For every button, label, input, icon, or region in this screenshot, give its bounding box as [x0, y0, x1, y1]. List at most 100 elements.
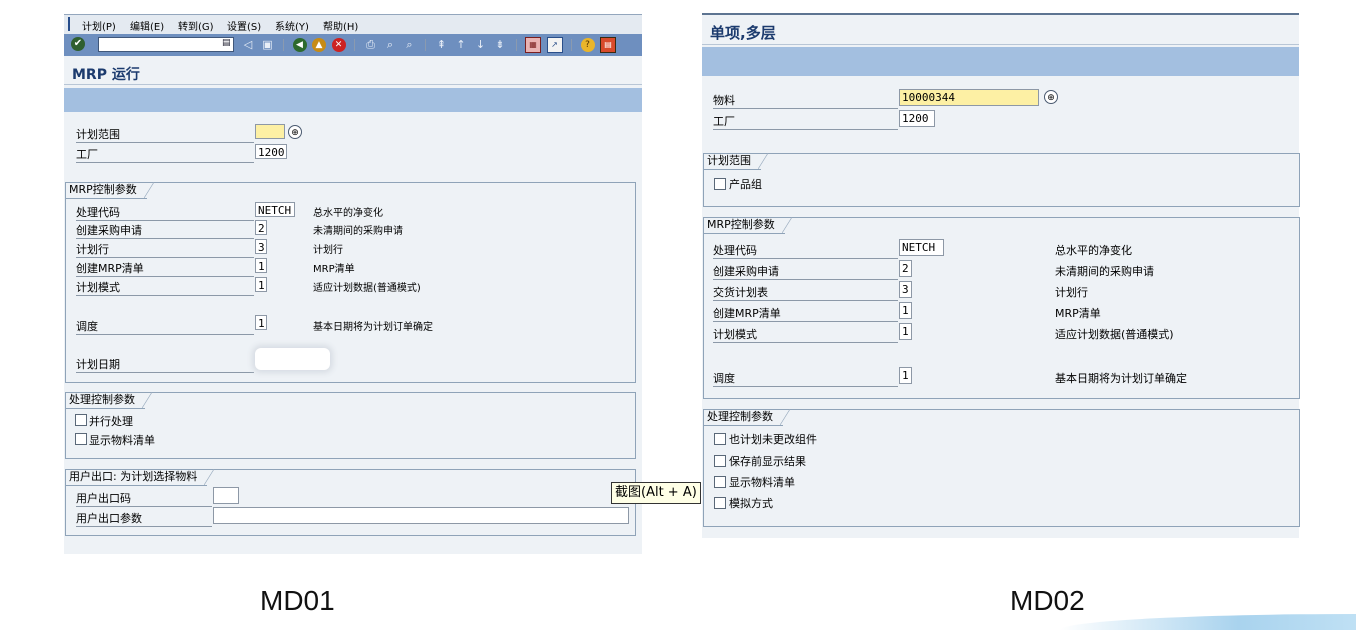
md01-caption: MD01 [260, 585, 335, 616]
md02-mrp-control-group-title: MRP控制参数 [703, 217, 792, 234]
md02-processing-control-group-title: 处理控制参数 [703, 409, 790, 426]
new-session-icon[interactable]: ▦ [525, 37, 541, 53]
md02-planning-mode-field[interactable]: 1 [899, 323, 912, 340]
simulation-mode-checkbox[interactable] [714, 497, 726, 509]
scheduling-field[interactable]: 1 [255, 315, 267, 330]
md02-plant-label: 工厂 [713, 113, 898, 130]
create-mrp-list-field[interactable]: 1 [255, 258, 267, 273]
page-title: MRP 运行 [72, 67, 140, 83]
user-exit-group-title: 用户出口: 为计划选择物料 [65, 469, 215, 486]
material-field[interactable]: 10000344 [899, 89, 1039, 106]
user-exit-param-label: 用户出口参数 [76, 510, 212, 527]
material-search-help-icon[interactable]: ⊕ [1044, 90, 1058, 104]
md02-scheduling-label: 调度 [713, 370, 898, 387]
back-arrow-icon[interactable]: ◁ [241, 38, 255, 52]
enter-icon[interactable]: ✔ [71, 37, 85, 51]
md02-create-mrp-list-label: 创建MRP清单 [713, 305, 898, 322]
processing-key-field[interactable]: NETCH [255, 202, 295, 217]
md02-scheduling-field[interactable]: 1 [899, 367, 912, 384]
find-next-icon[interactable]: ⌕ [403, 38, 417, 52]
schedule-lines-desc: 计划行 [313, 245, 343, 256]
md02-planning-mode-label: 计划模式 [713, 326, 898, 343]
menu-edit[interactable]: 编辑(E) [130, 18, 164, 33]
md02-planning-mode-desc: 适应计划数据(普通模式) [1055, 328, 1174, 341]
display-results-before-save-checkbox[interactable] [714, 455, 726, 467]
application-toolbar [64, 88, 642, 112]
exit-icon[interactable]: ▲ [312, 38, 326, 52]
last-page-icon[interactable]: ⇟ [493, 38, 507, 52]
md02-create-purreq-desc: 未清期间的采购申请 [1055, 265, 1154, 278]
plan-scope-label: 计划范围 [76, 126, 254, 143]
md02-create-mrp-list-field[interactable]: 1 [899, 302, 912, 319]
plant-field[interactable]: 1200 [255, 144, 287, 159]
display-results-before-save-label: 保存前显示结果 [729, 455, 806, 468]
cancel-icon[interactable]: ✕ [331, 38, 346, 52]
layout-menu-icon[interactable]: ▤ [600, 37, 616, 53]
menu-settings[interactable]: 设置(S) [227, 18, 261, 33]
next-page-icon[interactable]: ↓ [474, 38, 488, 52]
shortcut-icon[interactable]: ↗ [546, 37, 563, 53]
create-purreq-desc: 未清期间的采购申请 [313, 226, 403, 237]
delivery-schedule-field[interactable]: 3 [899, 281, 912, 298]
md02-application-toolbar [702, 47, 1299, 76]
menu-goto[interactable]: 转到(G) [178, 18, 214, 33]
user-exit-param-field[interactable] [213, 507, 629, 524]
create-purreq-field[interactable]: 2 [255, 220, 267, 235]
parallel-processing-label: 并行处理 [89, 415, 133, 428]
back-icon[interactable]: ◀ [292, 38, 307, 52]
help-icon[interactable]: ? [580, 38, 595, 52]
plan-scope-field[interactable] [255, 124, 285, 139]
planning-mode-field[interactable]: 1 [255, 277, 267, 292]
material-label: 物料 [713, 92, 898, 109]
md02-display-material-list-checkbox[interactable] [714, 476, 726, 488]
md02-create-mrp-list-desc: MRP清单 [1055, 307, 1101, 320]
planning-mode-desc: 适应计划数据(普通模式) [313, 283, 421, 294]
standard-toolbar: ✔ ▤ ◁ ▣ ◀ ▲ ✕ ⎙ ⌕ ⌕ ⇞ ↑ ↓ ⇟ ▦ ↗ ? ▤ [64, 34, 642, 56]
md02-processing-key-field[interactable]: NETCH [899, 239, 944, 256]
schedule-lines-field[interactable]: 3 [255, 239, 267, 254]
menu-plan[interactable]: 计划(P) [82, 18, 116, 33]
md02-display-material-list-label: 显示物料清单 [729, 476, 795, 489]
plan-unchanged-components-checkbox[interactable] [714, 433, 726, 445]
first-page-icon[interactable]: ⇞ [435, 38, 449, 52]
create-mrp-list-label: 创建MRP清单 [76, 260, 254, 277]
processing-control-group: 处理控制参数 [65, 392, 636, 459]
delivery-schedule-desc: 计划行 [1055, 286, 1088, 299]
save-icon[interactable]: ▣ [261, 38, 275, 52]
print-icon[interactable]: ⎙ [364, 38, 378, 52]
create-mrp-list-desc: MRP清单 [313, 264, 355, 275]
decorative-swoosh [1060, 614, 1356, 630]
command-dropdown-icon[interactable]: ▤ [222, 38, 231, 48]
product-group-label: 产品组 [729, 178, 762, 191]
planning-date-field[interactable] [255, 348, 330, 370]
planning-scope-group-title: 计划范围 [703, 153, 768, 170]
delivery-schedule-label: 交货计划表 [713, 284, 898, 301]
processing-key-desc: 总水平的净变化 [313, 208, 383, 219]
md02-create-purreq-field[interactable]: 2 [899, 260, 912, 277]
md02-processing-key-desc: 总水平的净变化 [1055, 244, 1132, 257]
md02-create-purreq-label: 创建采购申请 [713, 263, 898, 280]
command-field[interactable] [98, 37, 234, 52]
md02-page-title: 单项,多层 [710, 24, 776, 42]
md02-plant-field[interactable]: 1200 [899, 110, 935, 127]
md02-scheduling-desc: 基本日期将为计划订单确定 [1055, 372, 1187, 385]
planning-date-label: 计划日期 [76, 356, 254, 373]
user-exit-key-label: 用户出口码 [76, 490, 212, 507]
planning-scope-group: 计划范围 [703, 153, 1300, 207]
previous-page-icon[interactable]: ↑ [454, 38, 468, 52]
schedule-lines-label: 计划行 [76, 241, 254, 258]
menu-system[interactable]: 系统(Y) [275, 18, 309, 33]
plant-label: 工厂 [76, 146, 254, 163]
menu-bar: 计划(P) 编辑(E) 转到(G) 设置(S) 系统(Y) 帮助(H) [64, 14, 642, 34]
display-material-list-label: 显示物料清单 [89, 434, 155, 447]
parallel-processing-checkbox[interactable] [75, 414, 87, 426]
user-exit-key-field[interactable] [213, 487, 239, 504]
menu-help[interactable]: 帮助(H) [323, 18, 358, 33]
product-group-checkbox[interactable] [714, 178, 726, 190]
display-material-list-checkbox[interactable] [75, 433, 87, 445]
find-icon[interactable]: ⌕ [383, 38, 397, 52]
md02-caption: MD02 [1010, 585, 1085, 616]
search-help-icon[interactable]: ⊕ [288, 125, 302, 139]
planning-mode-label: 计划模式 [76, 279, 254, 296]
processing-key-label: 处理代码 [76, 204, 254, 221]
